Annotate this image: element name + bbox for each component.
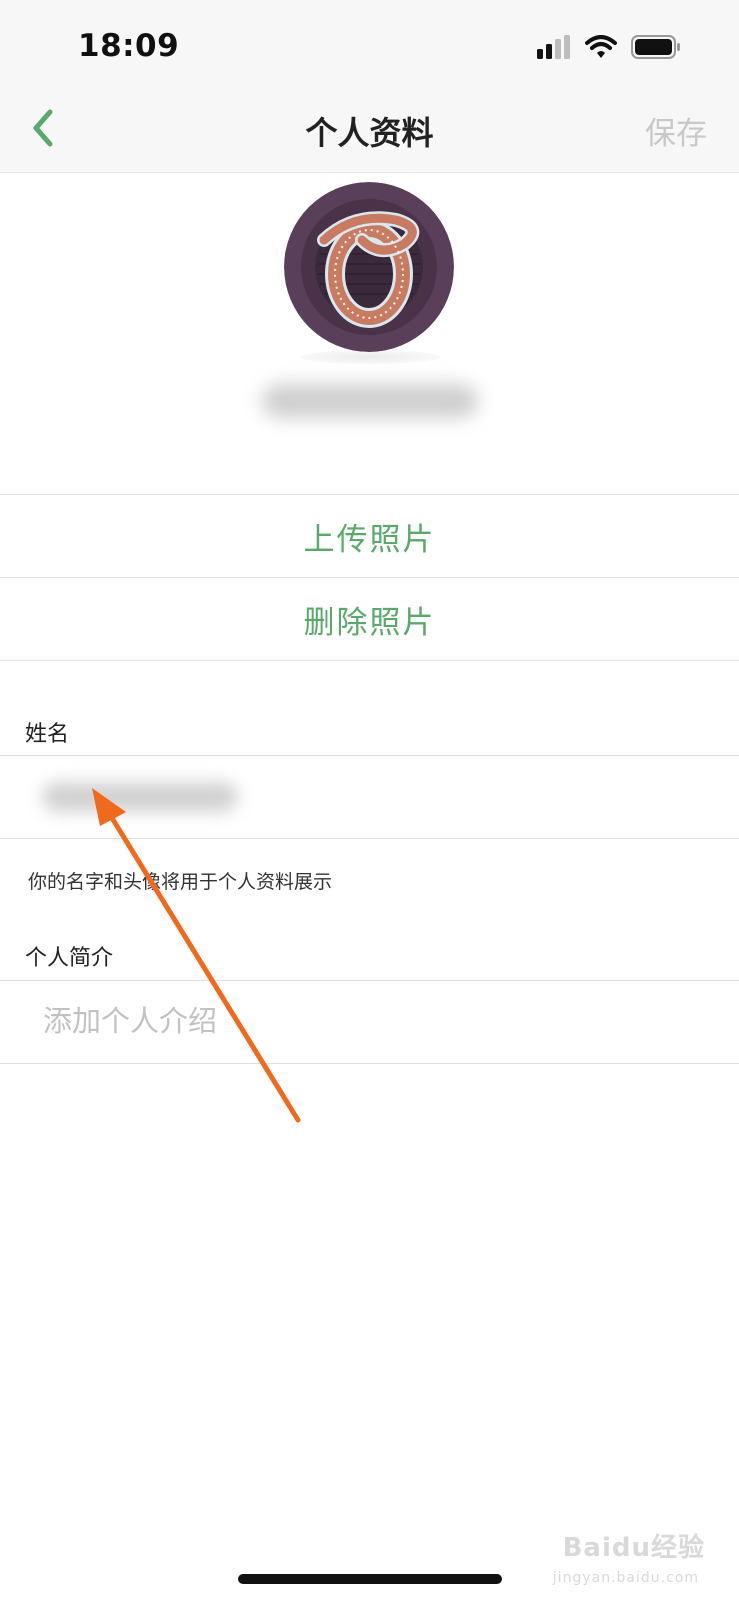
- upload-photo-label: 上传照片: [303, 521, 436, 558]
- avatar-shadow: [300, 350, 440, 364]
- username-redacted: [262, 384, 478, 418]
- status-time: 18:09: [78, 28, 180, 64]
- delete-photo-button[interactable]: 删除照片: [0, 577, 739, 661]
- battery-icon: [631, 35, 680, 59]
- status-icons: [537, 34, 681, 60]
- bio-input[interactable]: [43, 999, 683, 1043]
- name-field[interactable]: [0, 755, 739, 839]
- save-button[interactable]: 保存: [645, 108, 707, 153]
- delete-photo-label: 删除照片: [303, 604, 436, 641]
- cellular-signal-icon: [537, 35, 570, 59]
- name-label: 姓名: [25, 722, 70, 747]
- watermark-url: jingyan.baidu.com: [552, 1570, 699, 1586]
- navigation-bar: 个人资料 保存: [0, 88, 739, 173]
- avatar[interactable]: [284, 182, 454, 352]
- profile-hint-text: 你的名字和头像将用于个人资料展示: [28, 871, 333, 893]
- monogram-o-avatar: [284, 182, 454, 352]
- home-indicator[interactable]: [238, 1574, 502, 1584]
- bio-field: [0, 980, 739, 1064]
- profile-edit-screen: 18:09 个人资料 保存 上传照片 删除照片 姓名 你的名字和头像将用于个人资…: [0, 0, 739, 1600]
- page-title: 个人资料: [305, 114, 434, 152]
- watermark: Baidu经验: [562, 1533, 705, 1563]
- bio-label: 个人简介: [25, 946, 114, 971]
- upload-photo-button[interactable]: 上传照片: [0, 494, 739, 577]
- status-bar: 18:09: [0, 0, 739, 88]
- wifi-icon: [585, 35, 617, 58]
- name-value-redacted: [42, 782, 238, 812]
